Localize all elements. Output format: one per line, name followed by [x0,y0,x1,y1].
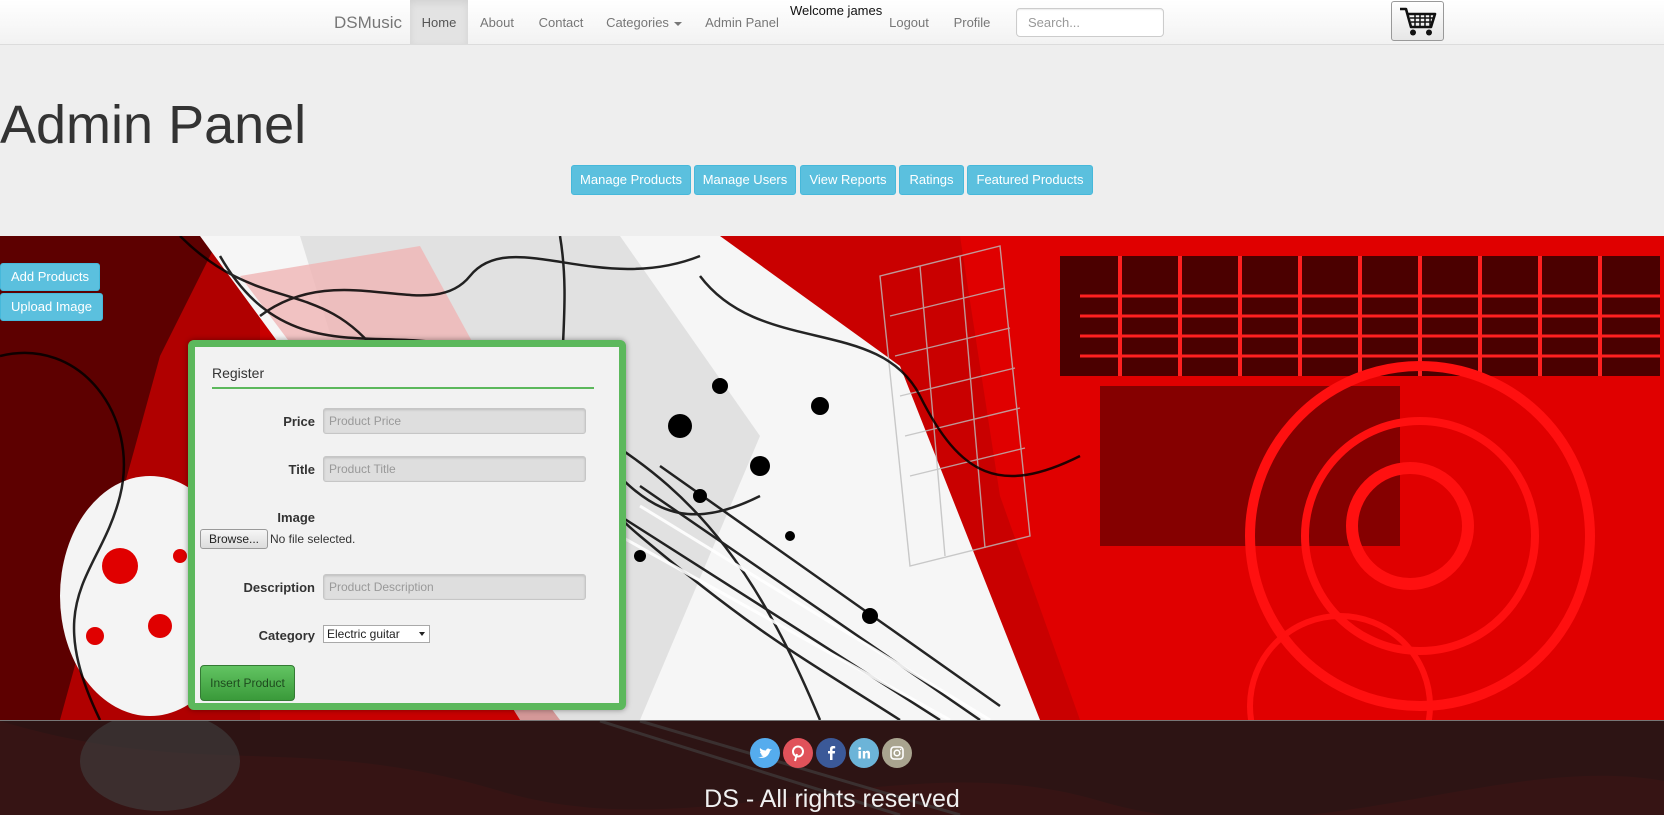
linkedin-link[interactable] [849,738,879,768]
cart-button[interactable] [1391,1,1444,41]
price-label: Price [283,414,315,429]
nav-categories-label: Categories [606,15,669,30]
linkedin-icon [849,738,879,768]
browse-file-button[interactable]: Browse... [200,529,269,549]
copyright-text: DS - All rights reserved [704,785,960,813]
category-select[interactable]: Electric guitar [323,625,430,643]
footer: DS - All rights reserved [0,720,1664,815]
instagram-link[interactable] [882,738,912,768]
description-input[interactable] [323,574,586,600]
file-status: No file selected. [270,532,356,546]
nav-profile[interactable]: Profile [942,0,1002,44]
ratings-button[interactable]: Ratings [899,165,964,195]
top-navbar: DSMusic Home About Contact Categories Ad… [0,0,1664,45]
category-label: Category [258,628,315,643]
form-legend: Register [212,365,594,389]
facebook-link[interactable] [816,738,846,768]
upload-image-button[interactable]: Upload Image [0,293,103,321]
insert-product-button[interactable]: Insert Product [200,665,295,701]
description-label: Description [243,580,315,595]
image-label: Image [277,510,315,525]
nav-about[interactable]: About [468,0,526,44]
nav-categories[interactable]: Categories [596,0,692,44]
twitter-icon [750,738,780,768]
pinterest-icon [783,738,813,768]
twitter-link[interactable] [750,738,780,768]
manage-users-button[interactable]: Manage Users [694,165,796,195]
title-label: Title [288,462,316,477]
caret-down-icon [673,21,682,26]
shopping-cart-icon [1399,7,1436,36]
add-products-button[interactable]: Add Products [0,263,101,291]
welcome-message: Welcome james [790,3,883,18]
nav-contact[interactable]: Contact [526,0,596,44]
view-reports-button[interactable]: View Reports [800,165,896,195]
featured-products-button[interactable]: Featured Products [967,165,1093,195]
brand-logo[interactable]: DSMusic [334,0,402,44]
manage-products-button[interactable]: Manage Products [571,165,691,195]
title-input[interactable] [323,456,586,482]
facebook-icon [816,738,846,768]
pinterest-link[interactable] [783,738,813,768]
nav-admin-panel[interactable]: Admin Panel [692,0,792,44]
price-input[interactable] [323,408,586,434]
dropdown-arrow-icon [419,632,425,636]
register-product-form: Register Price Title Image Browse... No … [188,340,626,710]
nav-home[interactable]: Home [410,0,468,44]
nav-logout[interactable]: Logout [876,0,942,44]
instagram-icon [882,738,912,768]
page-title: Admin Panel [0,95,307,155]
search-input[interactable] [1016,8,1164,37]
category-selected-value: Electric guitar [327,627,400,641]
